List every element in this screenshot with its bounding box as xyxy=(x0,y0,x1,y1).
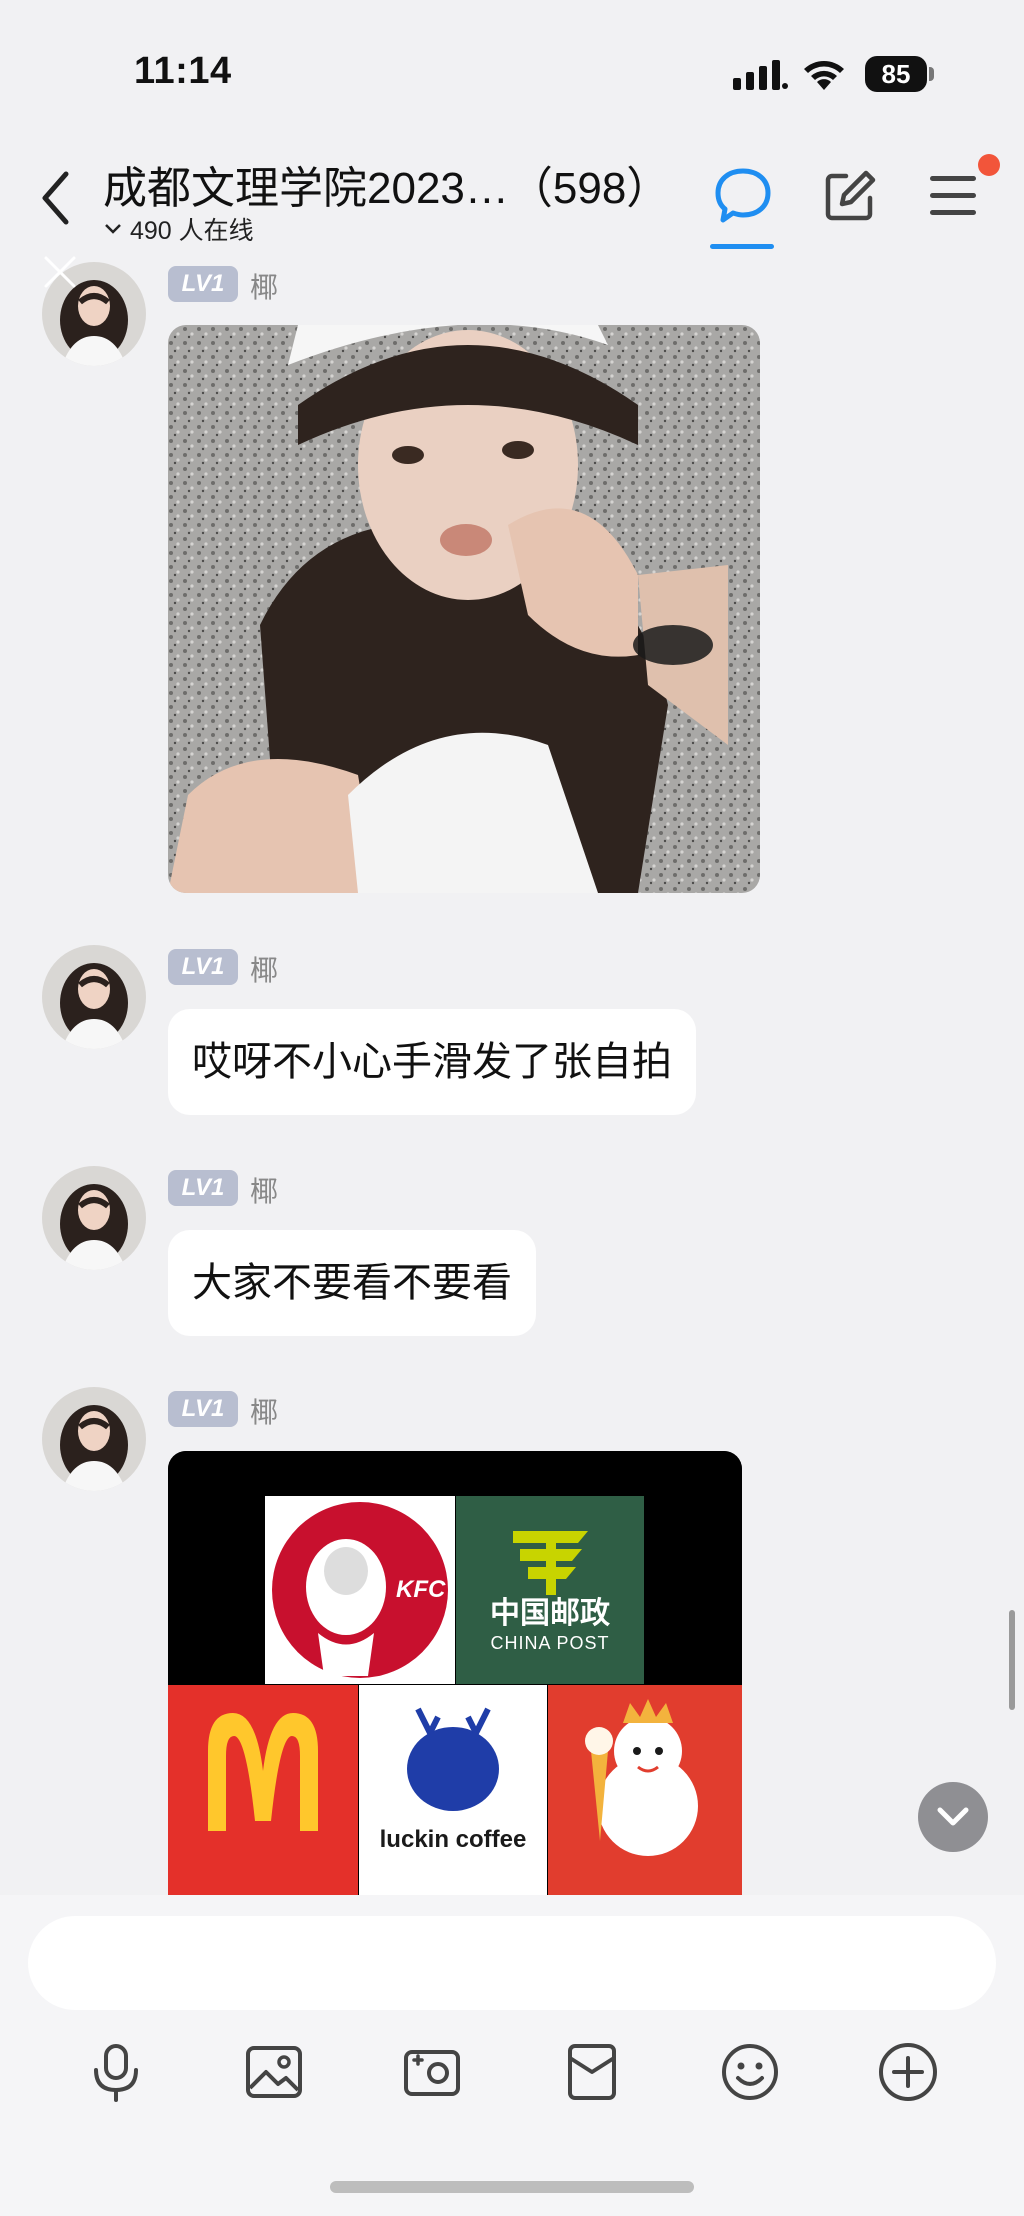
level-badge: LV1 xyxy=(168,949,238,985)
level-badge: LV1 xyxy=(168,1391,238,1427)
sender-avatar[interactable] xyxy=(42,1166,146,1270)
sender-avatar[interactable] xyxy=(42,945,146,1049)
luckin-coffee-logo: luckin coffee xyxy=(359,1685,547,1895)
online-count-label: 490 人在线 xyxy=(130,217,254,245)
sender-name[interactable]: 椰 xyxy=(250,949,278,989)
mixue-logo xyxy=(548,1685,742,1895)
emoji-icon[interactable] xyxy=(718,2040,782,2104)
chevron-down-icon xyxy=(105,224,121,234)
level-badge: LV1 xyxy=(168,1170,238,1206)
chevron-down-icon xyxy=(937,1807,969,1838)
china-post-logo: 中国邮政 CHINA POST xyxy=(456,1496,644,1684)
red-packet-icon[interactable] xyxy=(560,2040,624,2104)
edit-icon[interactable] xyxy=(822,168,878,224)
level-badge: LV1 xyxy=(168,266,238,302)
chat-bubble-icon[interactable] xyxy=(713,166,773,226)
selfie-image[interactable] xyxy=(168,325,760,893)
china-post-cn-text: 中国邮政 xyxy=(490,1596,610,1631)
notification-dot xyxy=(978,154,1000,176)
camera-icon[interactable] xyxy=(400,2040,464,2104)
message-bubble[interactable]: 大家不要看不要看 xyxy=(168,1230,536,1336)
online-count[interactable]: 490 人在线 xyxy=(104,211,254,247)
status-time: 11:14 xyxy=(134,50,232,92)
avatar-photo xyxy=(42,1166,146,1270)
menu-icon[interactable] xyxy=(928,174,978,218)
luckin-text: luckin coffee xyxy=(380,1826,527,1853)
avatar-photo xyxy=(42,945,146,1049)
mcdonalds-logo xyxy=(168,1685,358,1895)
microphone-icon[interactable] xyxy=(84,2040,148,2104)
selfie-photo xyxy=(168,325,760,893)
battery-nub xyxy=(929,67,934,81)
kfc-logo: KFC xyxy=(265,1496,455,1684)
sender-avatar[interactable] xyxy=(42,1387,146,1491)
active-tab-indicator xyxy=(710,244,774,249)
back-icon[interactable] xyxy=(40,170,70,226)
close-icon[interactable] xyxy=(40,252,80,292)
cellular-signal-icon xyxy=(733,60,788,90)
group-title[interactable]: 成都文理学院2023…（598） xyxy=(103,152,670,216)
china-post-en-text: CHINA POST xyxy=(490,1633,609,1653)
avatar-photo xyxy=(42,1387,146,1491)
sender-name[interactable]: 椰 xyxy=(250,1170,278,1210)
sender-name[interactable]: 椰 xyxy=(250,1391,278,1431)
home-indicator xyxy=(330,2181,694,2193)
message-bubble[interactable]: 哎呀不小心手滑发了张自拍 xyxy=(168,1009,696,1115)
scrollbar-thumb[interactable] xyxy=(1009,1610,1015,1710)
sender-name[interactable]: 椰 xyxy=(250,266,278,306)
wifi-icon xyxy=(804,61,844,90)
scroll-to-bottom-button[interactable] xyxy=(918,1782,988,1852)
battery-indicator: 85 xyxy=(865,56,927,92)
plus-icon[interactable] xyxy=(876,2040,940,2104)
brand-logos-image[interactable]: KFC 中国邮政 CHINA POST luckin coffee xyxy=(168,1451,742,1895)
image-icon[interactable] xyxy=(242,2040,306,2104)
kfc-text: KFC xyxy=(396,1576,446,1603)
message-input[interactable] xyxy=(28,1916,996,2010)
